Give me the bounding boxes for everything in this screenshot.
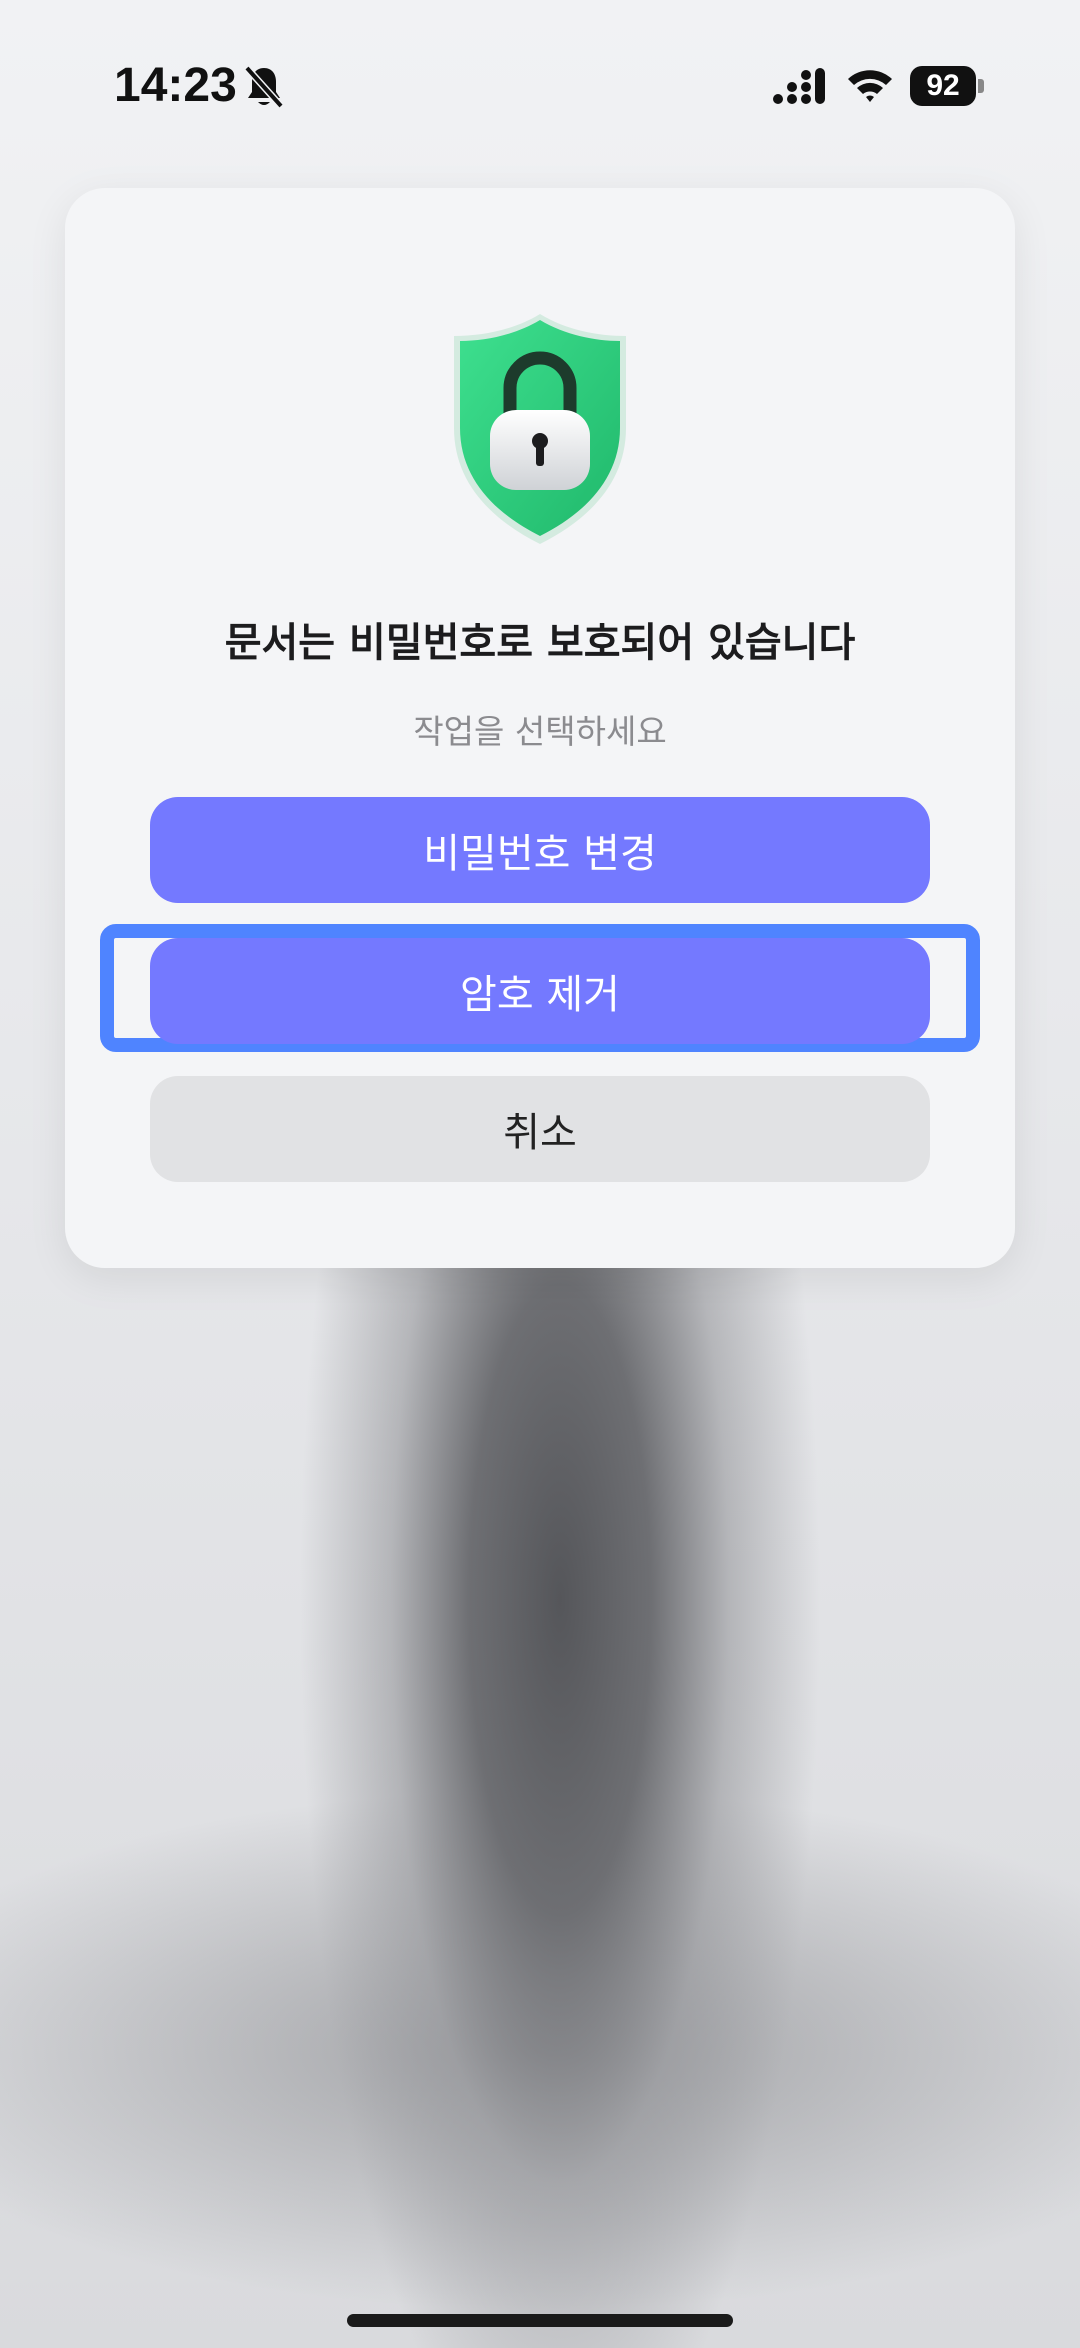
home-indicator[interactable] [347,2314,733,2327]
cancel-button[interactable]: 취소 [150,1076,930,1182]
shield-lock-icon [454,314,626,544]
status-time: 14:23 [114,59,237,112]
status-bar: 14:23 92 [0,0,1080,170]
background-vignette [0,2088,1080,2348]
battery-tip [978,79,984,93]
password-dialog: 문서는 비밀번호로 보호되어 있습니다 작업을 선택하세요 비밀번호 변경 암호… [65,188,1015,1268]
cellular-signal-icon [773,68,825,104]
remove-password-button[interactable]: 암호 제거 [150,938,930,1044]
bell-slash-icon [244,65,284,109]
change-password-button[interactable]: 비밀번호 변경 [150,797,930,903]
battery-icon: 92 [910,66,976,106]
wifi-icon [848,70,892,102]
dialog-title: 문서는 비밀번호로 보호되어 있습니다 [224,620,856,666]
dialog-subtitle: 작업을 선택하세요 [413,712,667,751]
